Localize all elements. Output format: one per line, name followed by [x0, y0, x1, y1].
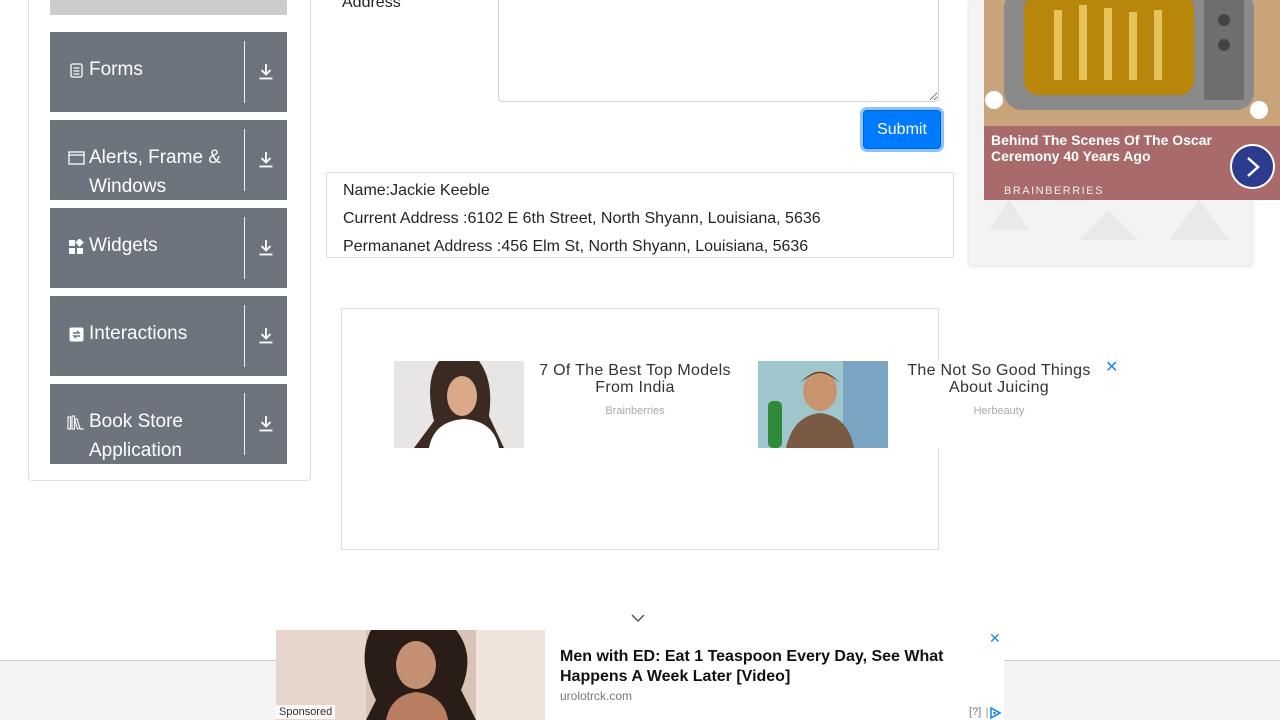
- ad-title[interactable]: Men with ED: Eat 1 Teaspoon Every Day, S…: [560, 647, 980, 687]
- ad-title[interactable]: Behind The Scenes Of The Oscar Ceremony …: [991, 132, 1226, 164]
- download-icon[interactable]: [245, 296, 287, 376]
- ad-thumbnail[interactable]: [394, 361, 524, 448]
- document-icon: [67, 63, 85, 78]
- close-icon[interactable]: ✕: [989, 630, 1001, 647]
- submit-button[interactable]: Submit: [863, 110, 941, 149]
- adchoices-icon[interactable]: [986, 706, 1002, 720]
- permanent-address-label: Address: [342, 0, 401, 11]
- interactions-icon: [67, 327, 85, 342]
- divider: [244, 305, 245, 367]
- divider: [244, 393, 245, 455]
- sidebar-group-label: Forms: [89, 59, 143, 80]
- close-icon[interactable]: ✕: [1105, 357, 1118, 377]
- output-current-address: Current Address :6102 E 6th Street, Nort…: [343, 210, 821, 227]
- window-icon: [67, 151, 85, 165]
- permanent-address-textarea[interactable]: [498, 0, 939, 102]
- ad-help-link[interactable]: [?]: [969, 706, 981, 718]
- sidebar-group-forms[interactable]: Forms: [50, 32, 287, 112]
- sidebar-group-label: Book Store Application: [89, 411, 183, 461]
- ad-source: Herbeauty: [973, 405, 1025, 417]
- ad-image-oscar-tv[interactable]: [984, 0, 1280, 126]
- output-name: Name:Jackie Keeble: [343, 182, 490, 199]
- download-icon[interactable]: [245, 32, 287, 112]
- sidebar-group-interactions[interactable]: Interactions: [50, 296, 287, 376]
- divider: [244, 217, 245, 279]
- sidebar-group-alerts[interactable]: Alerts, Frame & Windows: [50, 120, 287, 200]
- download-icon[interactable]: [245, 120, 287, 200]
- sidebar-group-label: Interactions: [89, 323, 188, 344]
- books-icon: [67, 415, 85, 430]
- sponsored-label: Sponsored: [276, 705, 336, 719]
- divider: [244, 41, 245, 103]
- output-permanent-address: Permananet Address :456 Elm St, North Sh…: [343, 238, 809, 255]
- download-icon[interactable]: [245, 384, 287, 464]
- chevron-right-icon[interactable]: [1230, 144, 1275, 189]
- output-box: Name:Jackie Keeble Current Address :6102…: [326, 172, 954, 258]
- ad-headline[interactable]: 7 Of The Best Top Models From India: [530, 362, 740, 396]
- sidebar-group-label: Widgets: [89, 235, 158, 256]
- chevron-down-icon[interactable]: [630, 611, 646, 629]
- ad-source: urolotrck.com: [560, 689, 633, 703]
- divider: [244, 129, 245, 191]
- ad-source: BRAINBERRIES: [1004, 185, 1104, 197]
- sidebar-collapsed-group[interactable]: [50, 0, 287, 15]
- ad-headline[interactable]: The Not So Good Things About Juicing: [896, 362, 1102, 396]
- ad-source: Brainberries: [605, 405, 665, 417]
- sidebar-group-book-store[interactable]: Book Store Application: [50, 384, 287, 464]
- sidebar-group-widgets[interactable]: Widgets: [50, 208, 287, 288]
- widgets-icon: [67, 239, 85, 255]
- sidebar-group-label: Alerts, Frame & Windows: [89, 147, 221, 197]
- ad-thumbnail[interactable]: [758, 361, 888, 448]
- download-icon[interactable]: [245, 208, 287, 288]
